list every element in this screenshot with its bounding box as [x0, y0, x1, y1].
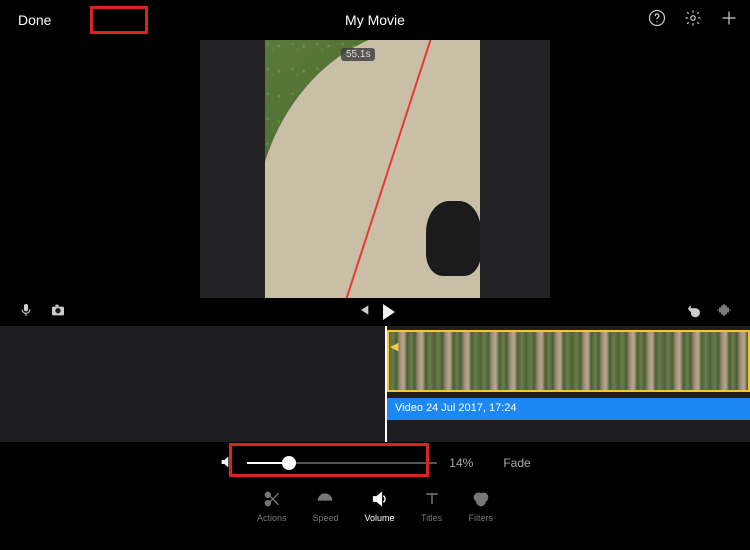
- mic-icon[interactable]: [18, 302, 34, 323]
- text-icon: [421, 488, 443, 510]
- volume-icon: [369, 488, 391, 510]
- clip-start-indicator: ◀: [390, 340, 398, 353]
- timeline-clips[interactable]: ◀ Video 24 Jul 2017, 17:24: [385, 326, 750, 442]
- video-clip[interactable]: [387, 330, 750, 392]
- tab-label: Speed: [312, 513, 338, 523]
- volume-percent-label: 14%: [449, 456, 473, 470]
- gear-icon[interactable]: [684, 9, 702, 32]
- tab-volume[interactable]: Volume: [365, 488, 395, 523]
- tab-titles[interactable]: Titles: [421, 488, 443, 523]
- preview-subject: [426, 201, 481, 276]
- clip-label[interactable]: Video 24 Jul 2017, 17:24: [387, 398, 750, 420]
- camera-icon[interactable]: [50, 302, 66, 323]
- tab-speed[interactable]: Speed: [312, 488, 338, 523]
- waveform-icon[interactable]: [716, 302, 732, 323]
- project-title: My Movie: [345, 12, 405, 28]
- duration-badge: 55.1s: [341, 48, 375, 61]
- tab-label: Volume: [365, 513, 395, 523]
- speaker-icon[interactable]: [219, 454, 235, 473]
- help-icon[interactable]: [648, 9, 666, 32]
- volume-controls: 14% Fade: [0, 442, 750, 484]
- transport-toolbar: [0, 298, 750, 326]
- tab-actions[interactable]: Actions: [257, 488, 287, 523]
- header-actions: [648, 9, 738, 32]
- video-preview[interactable]: 55.1s: [265, 40, 485, 298]
- preview-matte-left: [200, 40, 270, 298]
- undo-icon[interactable]: [686, 302, 702, 323]
- tab-filters[interactable]: Filters: [469, 488, 494, 523]
- volume-slider[interactable]: [247, 462, 437, 464]
- speedometer-icon: [314, 488, 336, 510]
- plus-icon[interactable]: [720, 9, 738, 32]
- playhead[interactable]: [385, 326, 387, 442]
- fade-button[interactable]: Fade: [503, 456, 530, 470]
- preview-matte-right: [480, 40, 550, 298]
- volume-knob[interactable]: [282, 456, 296, 470]
- scissors-icon: [261, 488, 283, 510]
- done-button[interactable]: Done: [12, 10, 57, 30]
- skip-back-icon[interactable]: [355, 302, 371, 323]
- timeline-empty-left: [0, 326, 385, 442]
- header-bar: Done My Movie: [0, 0, 750, 40]
- timeline[interactable]: ◀ Video 24 Jul 2017, 17:24: [0, 326, 750, 442]
- inspector-tabs: Actions Speed Volume Titles Filters: [0, 484, 750, 538]
- play-icon[interactable]: [383, 304, 395, 320]
- tab-label: Titles: [421, 513, 442, 523]
- filters-icon: [470, 488, 492, 510]
- preview-area: 55.1s: [0, 40, 750, 298]
- tab-label: Filters: [469, 513, 494, 523]
- tab-label: Actions: [257, 513, 287, 523]
